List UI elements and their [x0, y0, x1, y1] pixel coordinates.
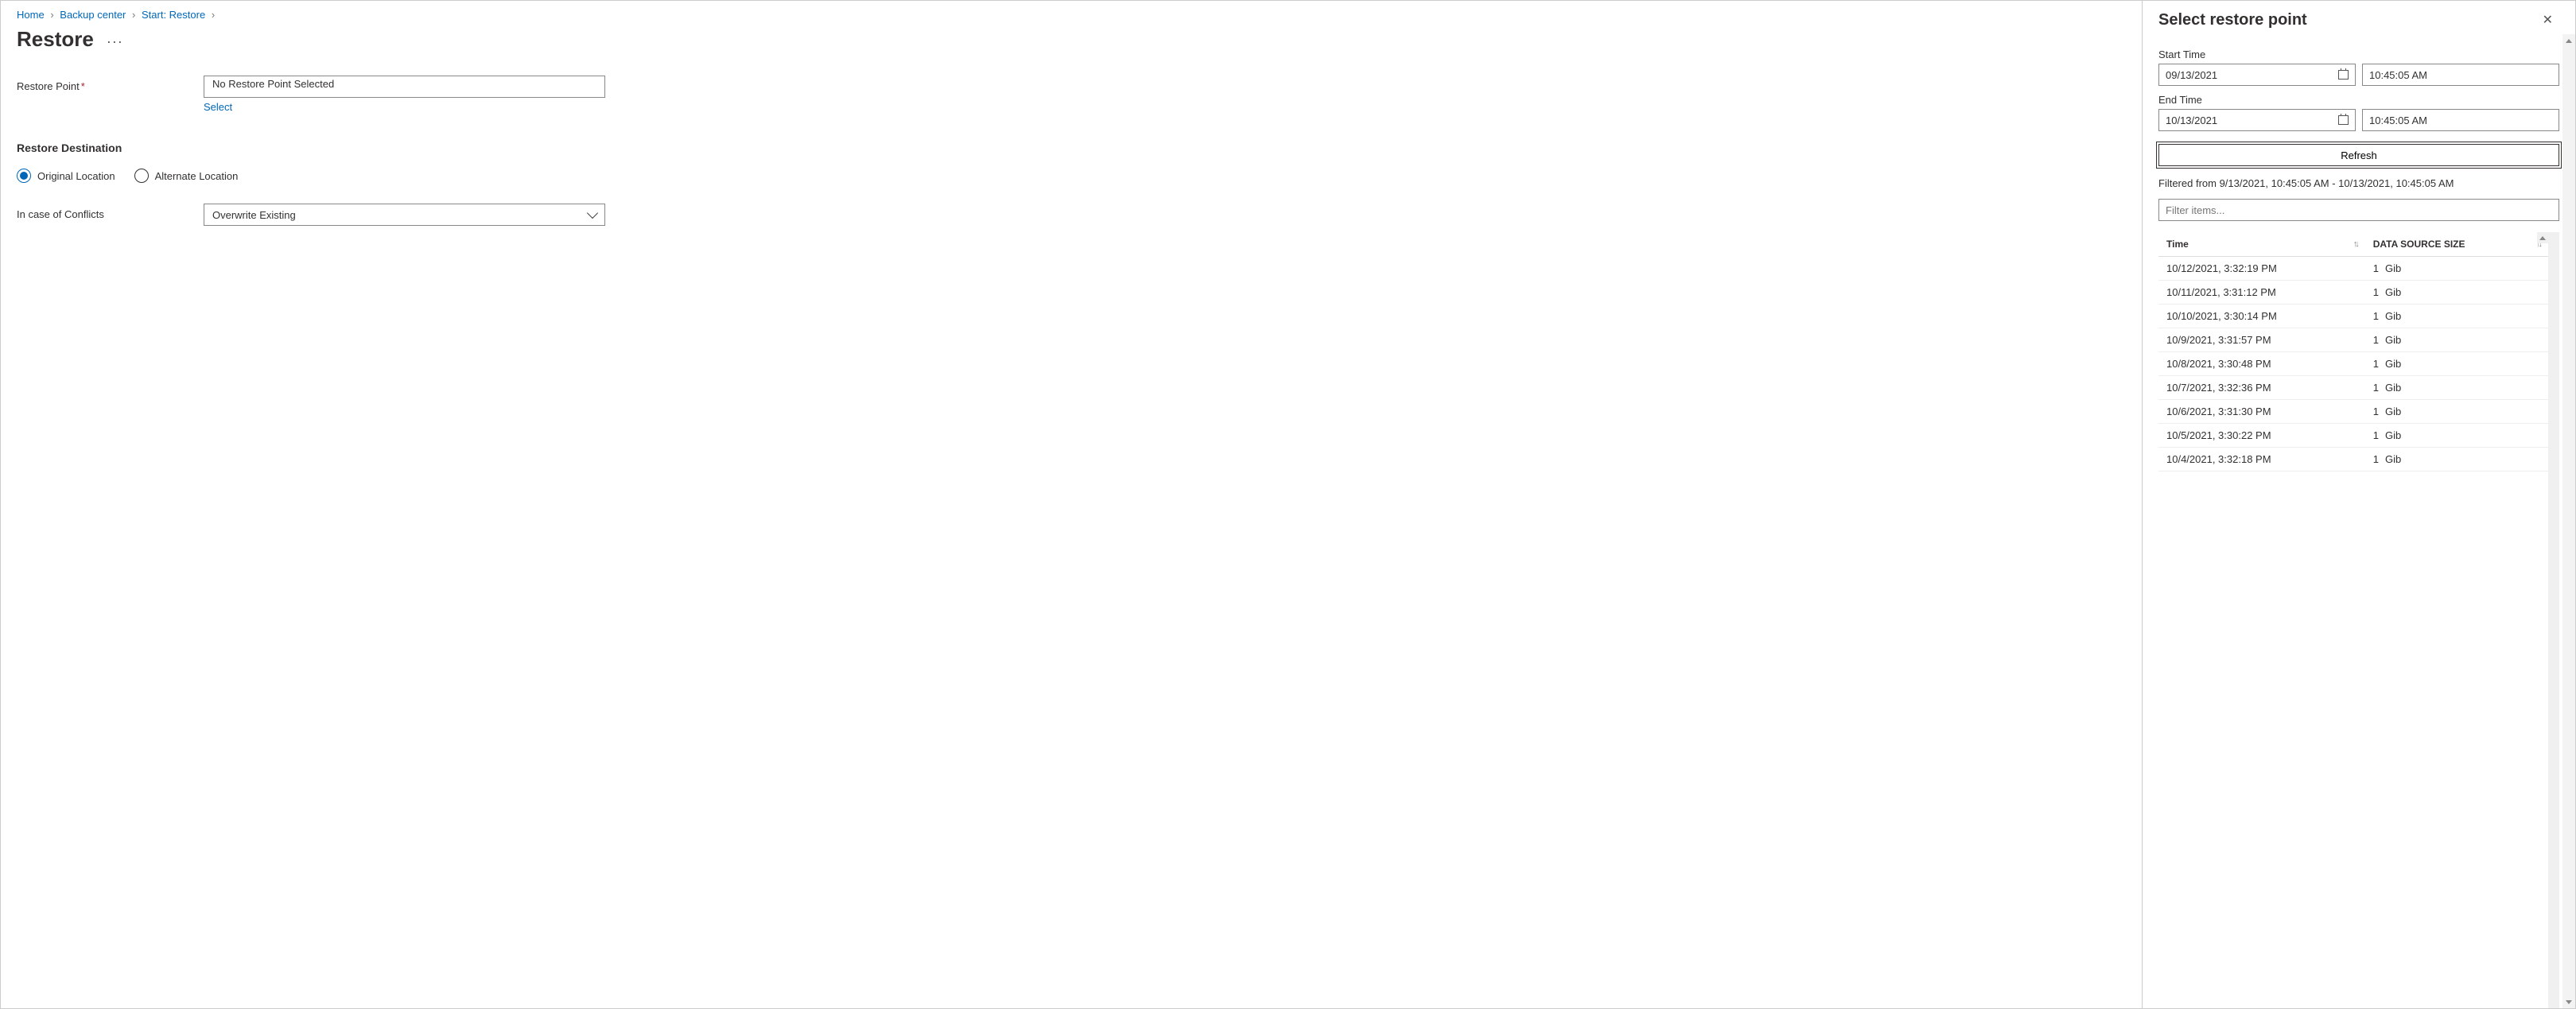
end-time-input[interactable]: 10:45:05 AM — [2362, 109, 2559, 131]
breadcrumb-start-restore[interactable]: Start: Restore — [142, 9, 205, 21]
filter-items-input[interactable] — [2158, 199, 2559, 221]
cell-size: 1Gib — [2365, 281, 2548, 305]
cell-size: 1Gib — [2365, 376, 2548, 400]
cell-time: 10/4/2021, 3:32:18 PM — [2158, 448, 2365, 472]
page-title: Restore — [17, 27, 94, 52]
start-time-input[interactable]: 10:45:05 AM — [2362, 64, 2559, 86]
start-time-value: 10:45:05 AM — [2369, 69, 2427, 81]
cell-time: 10/12/2021, 3:32:19 PM — [2158, 257, 2365, 281]
scroll-down-icon[interactable] — [2562, 995, 2575, 1008]
end-date-value: 10/13/2021 — [2166, 114, 2217, 126]
start-date-input[interactable]: 09/13/2021 — [2158, 64, 2356, 86]
table-row[interactable]: 10/10/2021, 3:30:14 PM1Gib — [2158, 305, 2548, 328]
breadcrumb-backup-center[interactable]: Backup center — [60, 9, 126, 21]
table-row[interactable]: 10/8/2021, 3:30:48 PM1Gib — [2158, 352, 2548, 376]
cell-time: 10/11/2021, 3:31:12 PM — [2158, 281, 2365, 305]
breadcrumb-home[interactable]: Home — [17, 9, 45, 21]
cell-size: 1Gib — [2365, 400, 2548, 424]
panel-title: Select restore point — [2158, 11, 2307, 29]
cell-size: 1Gib — [2365, 448, 2548, 472]
end-time-value: 10:45:05 AM — [2369, 114, 2427, 126]
radio-alternate-location[interactable]: Alternate Location — [134, 169, 239, 183]
cell-time: 10/8/2021, 3:30:48 PM — [2158, 352, 2365, 376]
table-row[interactable]: 10/6/2021, 3:31:30 PM1Gib — [2158, 400, 2548, 424]
radio-icon — [134, 169, 149, 183]
restore-destination-header: Restore Destination — [17, 142, 2126, 154]
panel-scrollbar[interactable] — [2562, 34, 2575, 1008]
restore-point-field[interactable]: No Restore Point Selected — [204, 76, 605, 98]
filtered-range-text: Filtered from 9/13/2021, 10:45:05 AM - 1… — [2158, 177, 2559, 189]
chevron-right-icon: › — [50, 9, 53, 21]
breadcrumb: Home › Backup center › Start: Restore › — [17, 9, 2126, 21]
radio-original-label: Original Location — [37, 170, 115, 182]
cell-time: 10/7/2021, 3:32:36 PM — [2158, 376, 2365, 400]
start-date-value: 09/13/2021 — [2166, 69, 2217, 81]
conflicts-select[interactable]: Overwrite Existing — [204, 204, 605, 226]
cell-time: 10/6/2021, 3:31:30 PM — [2158, 400, 2365, 424]
cell-size: 1Gib — [2365, 257, 2548, 281]
sort-icon: ↑↓ — [2353, 239, 2357, 249]
close-icon[interactable]: ✕ — [2536, 9, 2559, 31]
end-date-input[interactable]: 10/13/2021 — [2158, 109, 2356, 131]
chevron-right-icon: › — [132, 9, 135, 21]
col-time[interactable]: Time ↑↓ — [2158, 232, 2365, 257]
table-row[interactable]: 10/4/2021, 3:32:18 PM1Gib — [2158, 448, 2548, 472]
cell-time: 10/5/2021, 3:30:22 PM — [2158, 424, 2365, 448]
select-link[interactable]: Select — [204, 101, 232, 113]
col-size[interactable]: DATA SOURCE SIZE ↑↓ — [2365, 232, 2548, 257]
table-row[interactable]: 10/7/2021, 3:32:36 PM1Gib — [2158, 376, 2548, 400]
cell-time: 10/9/2021, 3:31:57 PM — [2158, 328, 2365, 352]
chevron-down-icon — [587, 208, 598, 219]
cell-size: 1Gib — [2365, 328, 2548, 352]
more-dots-icon[interactable]: ··· — [107, 33, 123, 50]
restore-points-table: Time ↑↓ DATA SOURCE SIZE ↑↓ — [2158, 232, 2548, 472]
cell-size: 1Gib — [2365, 305, 2548, 328]
calendar-icon — [2338, 115, 2349, 125]
restore-point-label: Restore Point* — [17, 76, 204, 92]
table-row[interactable]: 10/5/2021, 3:30:22 PM1Gib — [2158, 424, 2548, 448]
cell-size: 1Gib — [2365, 424, 2548, 448]
table-row[interactable]: 10/11/2021, 3:31:12 PM1Gib — [2158, 281, 2548, 305]
end-time-label: End Time — [2158, 94, 2559, 106]
radio-icon — [17, 169, 31, 183]
conflicts-value: Overwrite Existing — [212, 209, 296, 221]
cell-size: 1Gib — [2365, 352, 2548, 376]
refresh-button[interactable]: Refresh — [2158, 144, 2559, 166]
chevron-right-icon: › — [212, 9, 215, 21]
start-time-label: Start Time — [2158, 49, 2559, 60]
scroll-up-icon[interactable] — [2537, 232, 2548, 243]
conflicts-label: In case of Conflicts — [17, 204, 204, 220]
table-row[interactable]: 10/12/2021, 3:32:19 PM1Gib — [2158, 257, 2548, 281]
select-restore-point-panel: Select restore point ✕ Start Time 09/13/… — [2142, 1, 2575, 1008]
calendar-icon — [2338, 70, 2349, 80]
table-row[interactable]: 10/9/2021, 3:31:57 PM1Gib — [2158, 328, 2548, 352]
radio-original-location[interactable]: Original Location — [17, 169, 115, 183]
restore-point-value: No Restore Point Selected — [212, 78, 334, 90]
scroll-up-icon[interactable] — [2562, 34, 2575, 47]
cell-time: 10/10/2021, 3:30:14 PM — [2158, 305, 2365, 328]
radio-alternate-label: Alternate Location — [155, 170, 239, 182]
